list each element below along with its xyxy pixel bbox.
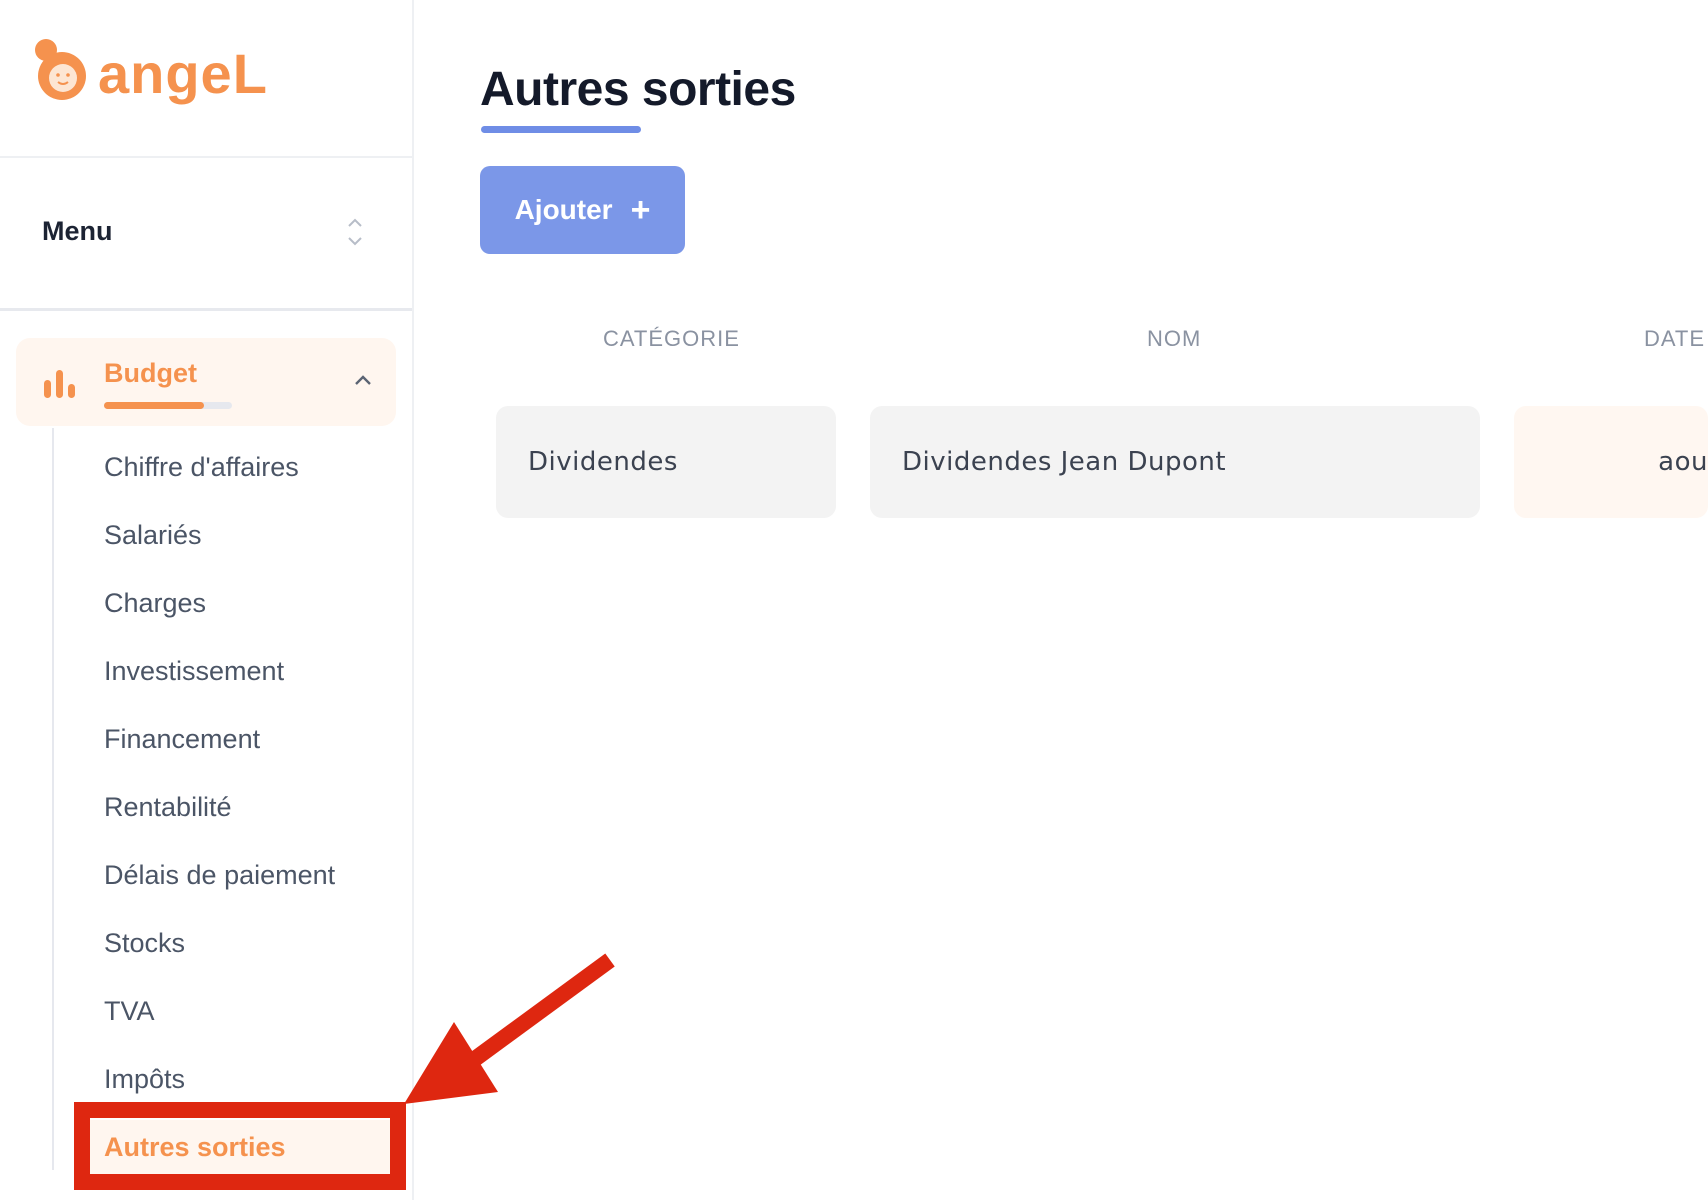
chevron-up-icon[interactable] [352,372,374,388]
column-header-name[interactable]: NOM [1147,326,1201,352]
add-button[interactable]: Ajouter + [480,166,685,254]
sidebar-item-investissement[interactable]: Investissement [104,642,335,710]
budget-progress-fill [104,402,204,409]
plus-icon: + [630,191,651,229]
sidebar-item-chiffre-d-affaires[interactable]: Chiffre d'affaires [104,438,335,506]
budget-submenu: Chiffre d'affaires Salariés Charges Investi… [104,438,335,1186]
table-cell-name[interactable]: Dividendes Jean Dupont [870,406,1480,518]
sidebar-item-stocks[interactable]: Stocks [104,914,335,982]
sort-chevrons-icon[interactable] [344,214,366,250]
sidebar-item-charges[interactable]: Charges [104,574,335,642]
submenu-guide-line [52,428,54,1170]
budget-label: Budget [104,358,197,388]
sidebar-item-delais-de-paiement[interactable]: Délais de paiement [104,846,335,914]
annotation-highlight-box [74,1102,406,1190]
logo-wordmark: angeL [98,42,268,105]
title-underline [481,126,641,133]
bar-chart-icon [44,370,75,398]
category-value: Dividendes [528,447,678,477]
budget-progress-bar [104,402,232,409]
logo-area: angeL [0,0,412,158]
sidebar-item-tva[interactable]: TVA [104,982,335,1050]
menu-label: Menu [42,216,113,246]
sidebar-section-budget[interactable]: Budget [16,338,396,426]
angel-logo-icon[interactable] [30,36,94,108]
table-cell-date[interactable]: aou [1514,406,1708,518]
sidebar: angeL Menu Budget Chiffre d'affaires Sala… [0,0,414,1200]
add-button-label: Ajouter [514,194,613,225]
sidebar-item-rentabilite[interactable]: Rentabilité [104,778,335,846]
date-value: aou [1658,447,1708,477]
menu-header[interactable]: Menu [0,158,412,311]
name-value: Dividendes Jean Dupont [902,447,1227,477]
table-cell-category[interactable]: Dividendes [496,406,836,518]
page-title: Autres sorties [480,63,796,116]
column-header-date[interactable]: DATE [1644,326,1705,352]
sidebar-item-salaries[interactable]: Salariés [104,506,335,574]
column-header-category[interactable]: CATÉGORIE [603,326,740,352]
sidebar-item-financement[interactable]: Financement [104,710,335,778]
